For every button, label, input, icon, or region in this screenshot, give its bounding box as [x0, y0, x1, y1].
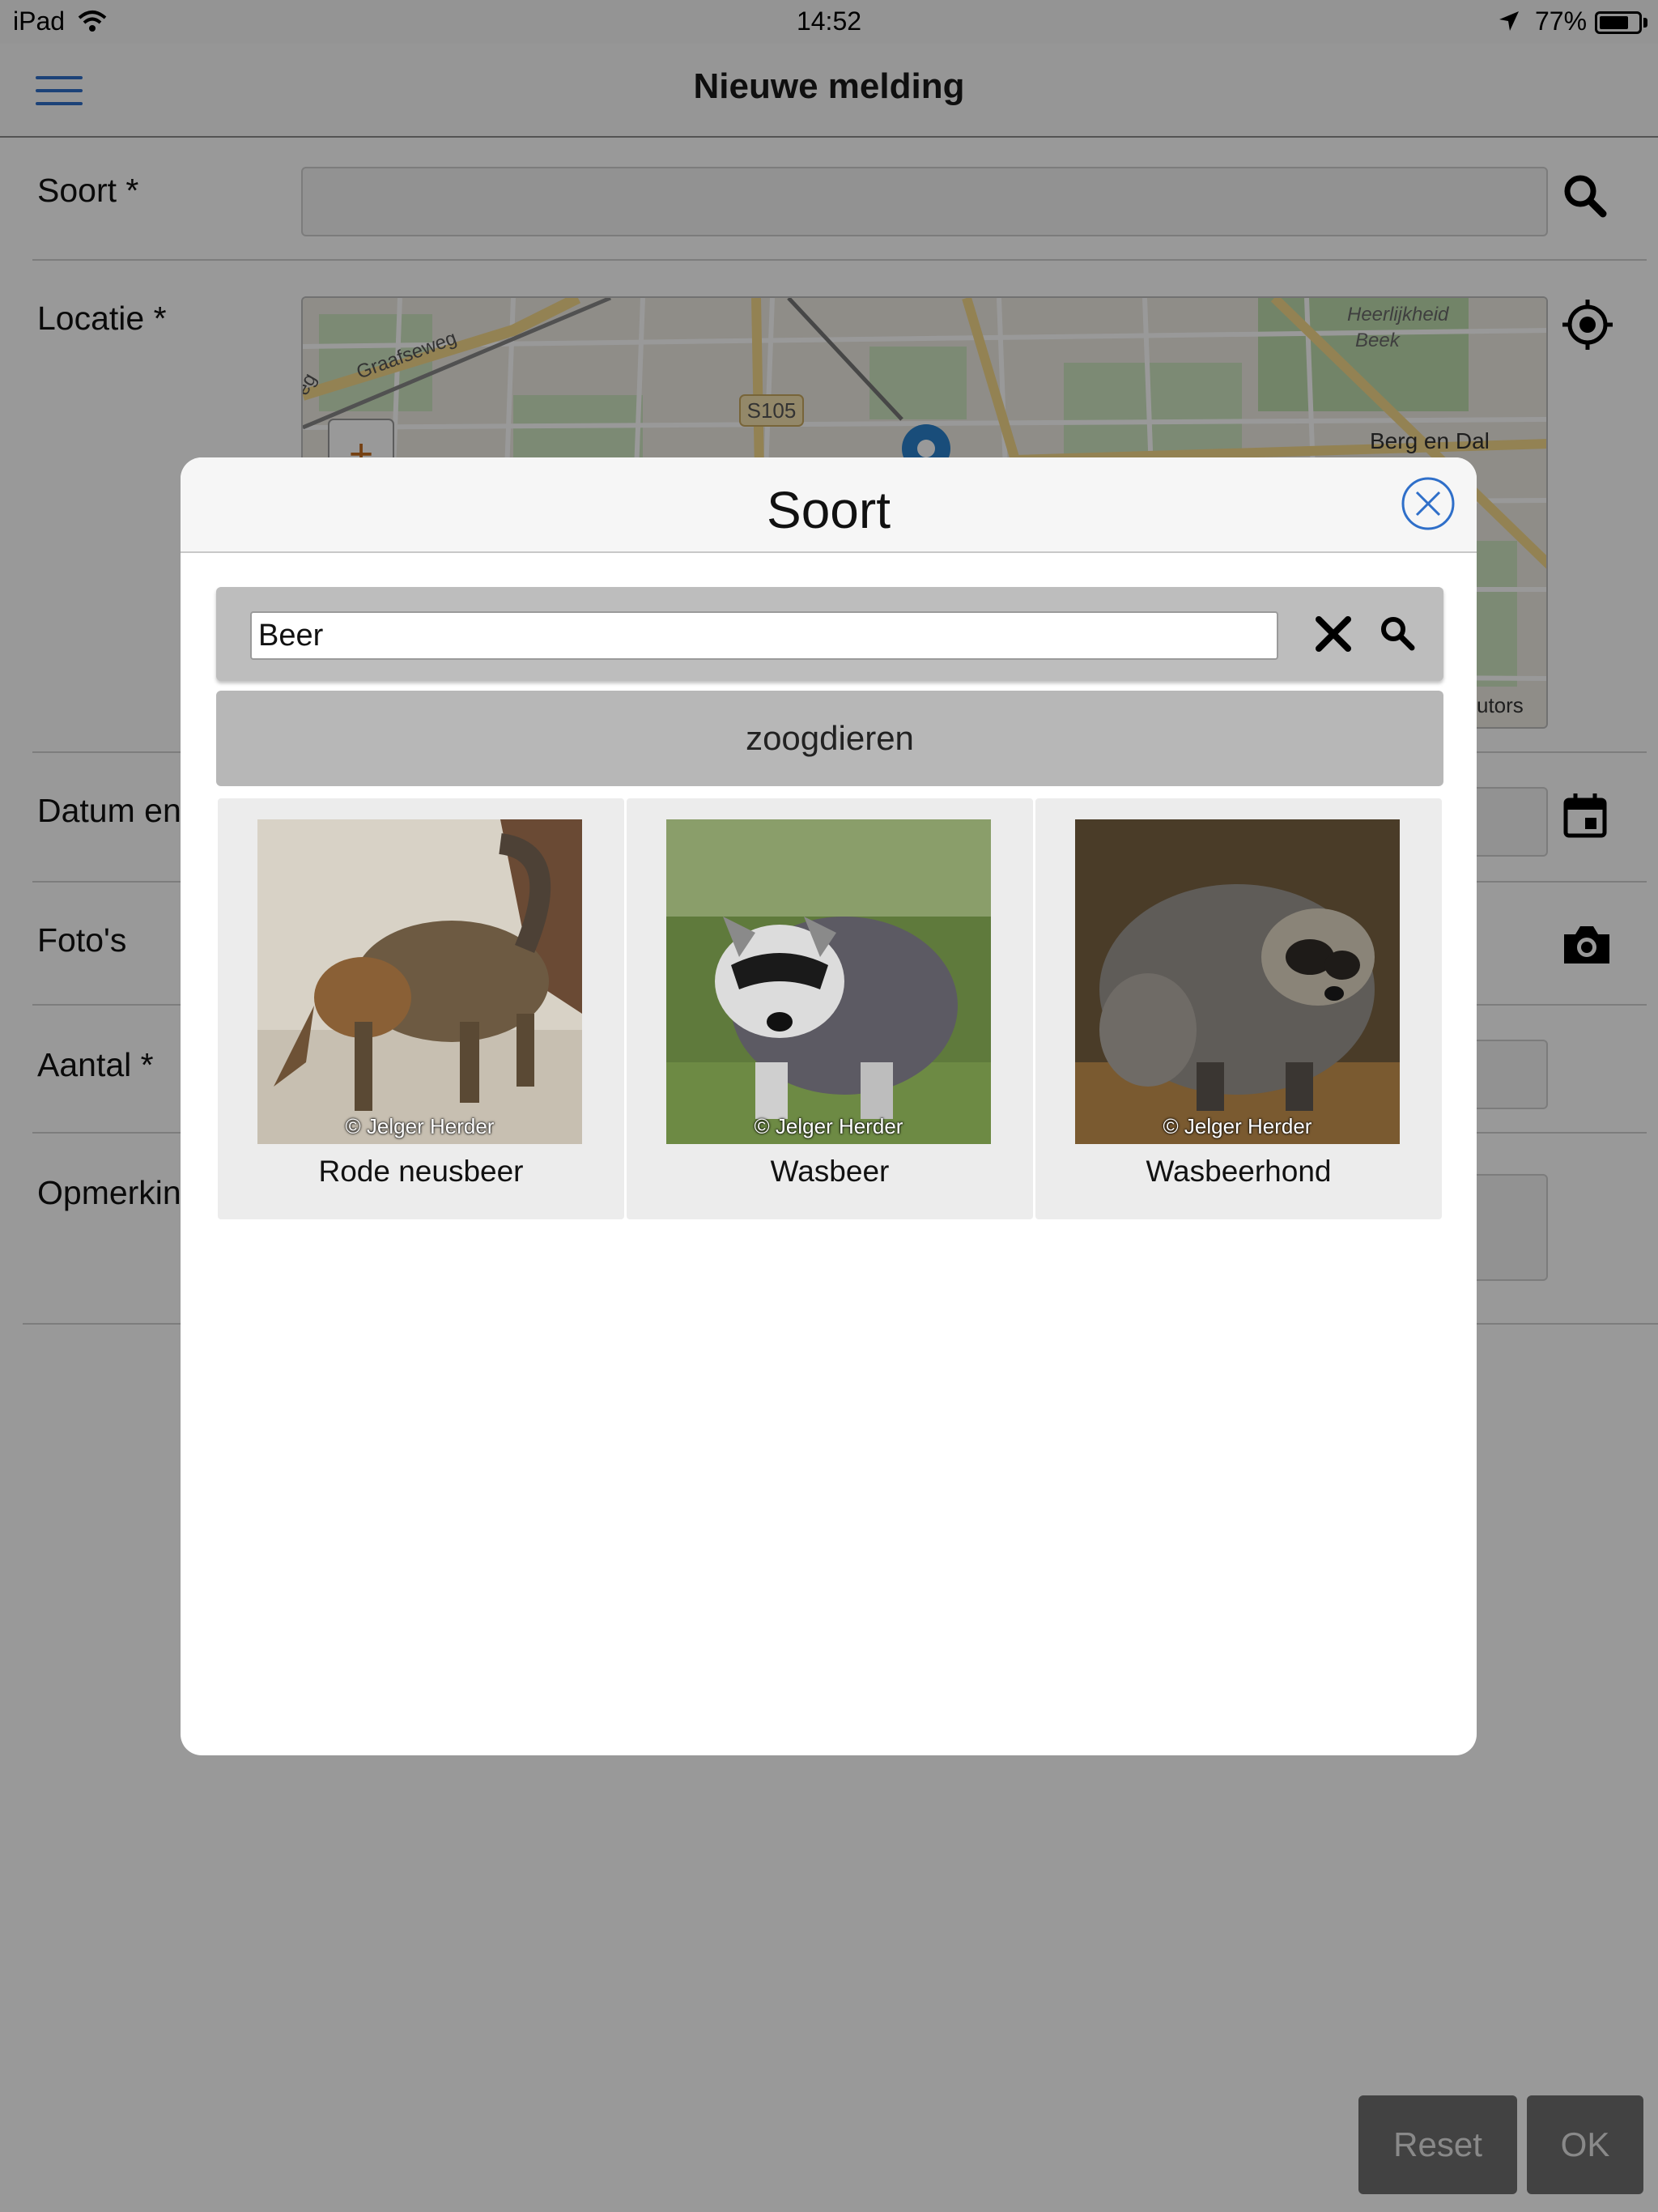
species-search-input[interactable] — [250, 611, 1278, 660]
modal-header: Soort — [181, 457, 1477, 553]
modal-search-bar — [216, 587, 1443, 681]
coati-photo: © Jelger Herder — [257, 819, 582, 1144]
raccoon-dog-photo: © Jelger Herder — [1075, 819, 1400, 1144]
species-name: Rode neusbeer — [318, 1155, 524, 1188]
species-name: Wasbeerhond — [1146, 1155, 1332, 1188]
soort-modal: Soort zoogdieren — [181, 457, 1477, 1755]
category-zoogdieren-button[interactable]: zoogdieren — [216, 691, 1443, 786]
species-card-rode-neusbeer[interactable]: © Jelger Herder Rode neusbeer — [218, 798, 624, 1219]
raccoon-photo: © Jelger Herder — [666, 819, 991, 1144]
search-icon[interactable] — [1379, 615, 1416, 652]
clear-icon[interactable] — [1314, 615, 1353, 653]
photo-credit: © Jelger Herder — [345, 1114, 495, 1138]
species-card-wasbeerhond[interactable]: © Jelger Herder Wasbeerhond — [1035, 798, 1442, 1219]
modal-title: Soort — [767, 481, 891, 539]
species-card-wasbeer[interactable]: © Jelger Herder Wasbeer — [627, 798, 1033, 1219]
species-name: Wasbeer — [770, 1155, 890, 1188]
close-icon[interactable] — [1401, 476, 1456, 531]
photo-credit: © Jelger Herder — [754, 1114, 903, 1138]
photo-credit: © Jelger Herder — [1163, 1114, 1312, 1138]
